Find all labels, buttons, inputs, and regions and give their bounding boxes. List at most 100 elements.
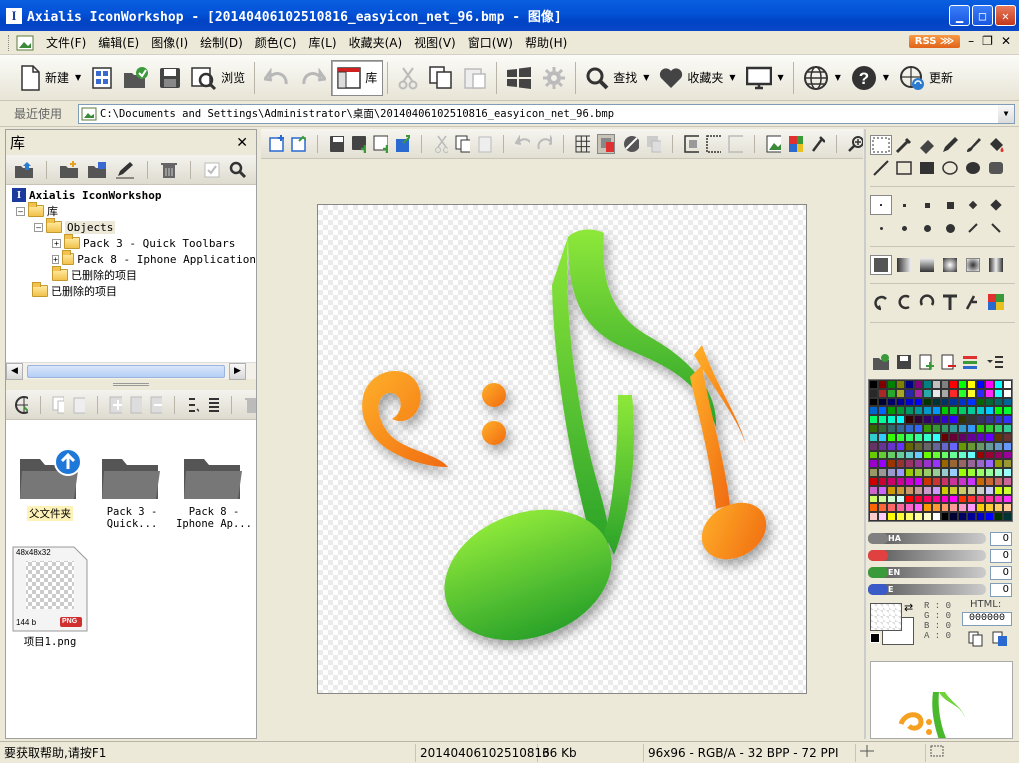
- web-button[interactable]: ▼: [798, 60, 846, 96]
- palette-swatch[interactable]: [922, 485, 932, 495]
- filled-rectangle-tool[interactable]: [916, 158, 938, 178]
- transparency-icon[interactable]: [622, 134, 640, 154]
- palette-swatch[interactable]: [967, 424, 977, 433]
- view-list-icon[interactable]: [207, 396, 220, 414]
- palette-swatch[interactable]: [869, 450, 878, 460]
- palette-swatch[interactable]: [904, 485, 914, 495]
- palette-swatch[interactable]: [869, 494, 878, 504]
- palette-swatch[interactable]: [976, 476, 986, 486]
- palette-swatch[interactable]: [922, 459, 932, 469]
- color-adjust-icon[interactable]: [788, 135, 803, 153]
- green-slider[interactable]: EN: [868, 567, 986, 578]
- palette-swatch[interactable]: [877, 512, 887, 521]
- palette-swatch[interactable]: [949, 450, 959, 460]
- palette-swatch[interactable]: [895, 380, 905, 389]
- palette-swatch[interactable]: [913, 503, 923, 513]
- save-add-icon[interactable]: [351, 135, 366, 153]
- palette-swatch[interactable]: [886, 432, 896, 442]
- palette-swatch[interactable]: [904, 468, 914, 477]
- palette-swatch[interactable]: [967, 380, 977, 389]
- rotate-tool[interactable]: [870, 292, 892, 312]
- new-button[interactable]: 新建 ▼: [14, 60, 86, 96]
- brush-size-9[interactable]: [916, 218, 938, 238]
- palette-swatch[interactable]: [895, 485, 905, 495]
- close-button[interactable]: ✕: [995, 5, 1016, 26]
- palette-swatch[interactable]: [958, 450, 968, 460]
- effect-tool[interactable]: [962, 292, 984, 312]
- palette-swatch[interactable]: [931, 432, 941, 442]
- paste-icon[interactable]: [477, 135, 492, 153]
- image-preview-icon[interactable]: [766, 135, 781, 153]
- palette-swatch[interactable]: [949, 494, 959, 504]
- rename-pencil-icon[interactable]: [115, 161, 135, 179]
- remove-item-icon[interactable]: [150, 396, 163, 414]
- rectangle-tool[interactable]: [893, 158, 915, 178]
- palette-swatch[interactable]: [994, 494, 1004, 504]
- zoom-in-icon[interactable]: [847, 135, 863, 153]
- palette-swatch[interactable]: [940, 468, 950, 477]
- palette-swatch[interactable]: [949, 503, 959, 513]
- palette-swatch[interactable]: [886, 380, 896, 389]
- palette-swatch[interactable]: [886, 388, 896, 398]
- palette-swatch[interactable]: [967, 459, 977, 469]
- palette-swatch[interactable]: [949, 476, 959, 486]
- palette-swatch[interactable]: [976, 388, 986, 398]
- add-image-icon[interactable]: [130, 396, 142, 414]
- expand-icon[interactable]: +: [52, 254, 60, 264]
- paste-color-icon[interactable]: [992, 631, 1008, 647]
- palette-swatch[interactable]: [976, 494, 986, 504]
- brush-size-6[interactable]: [985, 195, 1007, 215]
- favorites-button[interactable]: 收藏夹 ▼: [654, 60, 740, 96]
- maximize-button[interactable]: □: [972, 5, 993, 26]
- palette-swatch[interactable]: [967, 441, 977, 451]
- palette-swatch[interactable]: [904, 397, 914, 407]
- palette-swatch[interactable]: [994, 441, 1004, 451]
- open-button[interactable]: [118, 60, 154, 96]
- brush-size-8[interactable]: [893, 218, 915, 238]
- palette-swatch[interactable]: [922, 380, 932, 389]
- palette-swatch[interactable]: [931, 388, 941, 398]
- palette-swatch[interactable]: [895, 441, 905, 451]
- rss-button[interactable]: RSS ⋙: [908, 34, 961, 48]
- fill-gradient-h[interactable]: [893, 255, 915, 275]
- palette-swatch[interactable]: [931, 450, 941, 460]
- palette-swatch[interactable]: [904, 406, 914, 416]
- copy-button[interactable]: [424, 60, 458, 96]
- select-tool[interactable]: [870, 135, 892, 155]
- palette-swatch[interactable]: [931, 397, 941, 407]
- palette-swatch[interactable]: [922, 397, 932, 407]
- palette-swatch[interactable]: [877, 441, 887, 451]
- fill-gradient-square[interactable]: [962, 255, 984, 275]
- palette-swatch[interactable]: [958, 476, 968, 486]
- fill-tool[interactable]: [985, 135, 1007, 155]
- palette-swatch[interactable]: [895, 397, 905, 407]
- palette-swatch[interactable]: [886, 503, 896, 513]
- palette-swatch[interactable]: [949, 397, 959, 407]
- palette-swatch[interactable]: [994, 388, 1004, 398]
- palette-swatch[interactable]: [1003, 476, 1012, 486]
- palette-swatch[interactable]: [922, 476, 932, 486]
- palette-swatch[interactable]: [949, 388, 959, 398]
- palette-swatch[interactable]: [895, 476, 905, 486]
- palette-swatch[interactable]: [877, 415, 887, 425]
- palette-swatch[interactable]: [1003, 415, 1012, 425]
- copy-icon[interactable]: [455, 135, 470, 153]
- new-project-button[interactable]: [86, 60, 118, 96]
- palette-swatch[interactable]: [922, 503, 932, 513]
- palette-swatch[interactable]: [869, 415, 878, 425]
- palette-swatch[interactable]: [931, 476, 941, 486]
- pencil-tool[interactable]: [939, 135, 961, 155]
- mdi-minimize-button[interactable]: –: [968, 34, 974, 48]
- palette-swatch[interactable]: [922, 415, 932, 425]
- fill-solid[interactable]: [870, 255, 892, 275]
- palette-swatch[interactable]: [895, 432, 905, 442]
- palette-swatch[interactable]: [922, 441, 932, 451]
- palette-swatch[interactable]: [985, 424, 995, 433]
- palette-swatch[interactable]: [958, 397, 968, 407]
- palette-swatch[interactable]: [958, 380, 968, 389]
- palette-swatch[interactable]: [895, 468, 905, 477]
- palette-swatch[interactable]: [985, 485, 995, 495]
- palette-swatch[interactable]: [904, 388, 914, 398]
- menu-help[interactable]: 帮助(H): [519, 33, 573, 53]
- palette-swatch[interactable]: [931, 380, 941, 389]
